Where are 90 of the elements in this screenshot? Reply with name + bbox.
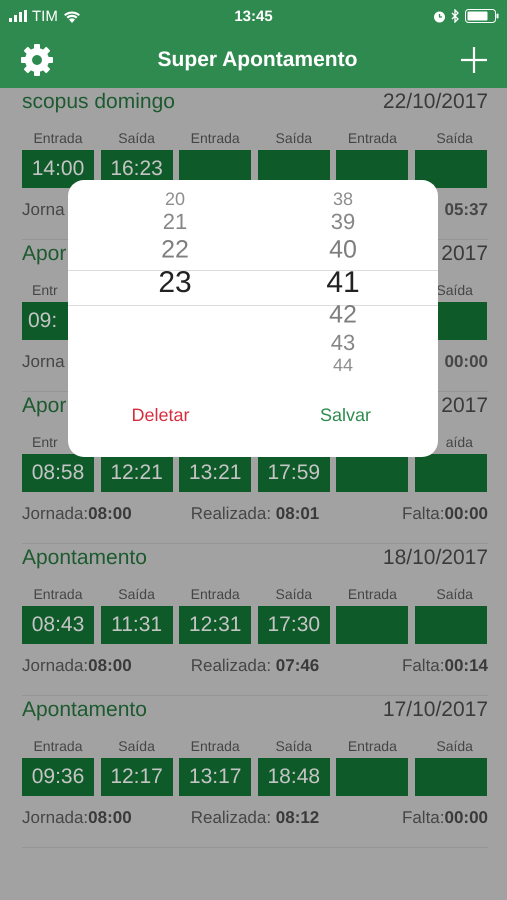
- column-label: Entrada: [33, 586, 83, 602]
- picker-value[interactable]: 42: [329, 302, 357, 328]
- settings-icon: [20, 43, 54, 77]
- picker-value[interactable]: 40: [329, 238, 357, 262]
- bluetooth-icon: [451, 9, 460, 23]
- summary-text: Realizada: 08:01: [190, 504, 320, 524]
- column-label: Entr: [32, 434, 58, 450]
- alarm-icon: [433, 10, 446, 22]
- column-label: Entrada: [190, 586, 240, 602]
- summary-text: Realizada: 07:46: [190, 656, 320, 676]
- column-label: Entrada: [348, 586, 397, 602]
- empty-time-field[interactable]: [414, 150, 487, 188]
- summary-text: Realizada: 08:12: [190, 808, 320, 828]
- empty-time-field[interactable]: [336, 606, 408, 644]
- picker-value[interactable]: 23: [158, 268, 192, 298]
- record-title: Apor: [22, 242, 66, 266]
- picker-value[interactable]: 41: [326, 268, 360, 298]
- empty-time-field[interactable]: [336, 454, 408, 492]
- summary-text: Jorna: [22, 352, 65, 372]
- record-date: 18/10/2017: [382, 546, 488, 570]
- empty-time-field[interactable]: [414, 454, 487, 492]
- summary-text: Falta:00:00: [402, 808, 488, 828]
- carrier-name: TIM: [32, 8, 58, 24]
- record-date: 2017: [441, 394, 488, 418]
- summary-text: Falta:00:14: [402, 656, 488, 676]
- time-field[interactable]: 08:43: [22, 606, 94, 644]
- record-title: scopus domingo: [22, 90, 175, 114]
- column-label: Entr: [32, 282, 58, 298]
- time-field[interactable]: 13:17: [179, 758, 252, 796]
- record-date: 2017: [441, 242, 488, 266]
- column-label: Entrada: [190, 738, 240, 754]
- battery-icon: [465, 9, 499, 23]
- column-label: Saída: [436, 282, 473, 298]
- empty-time-field[interactable]: [414, 606, 487, 644]
- picker-value[interactable]: 44: [332, 356, 354, 374]
- summary-text: 05:37: [444, 200, 488, 220]
- time-field[interactable]: 17:30: [258, 606, 330, 644]
- column-label: Saída: [275, 130, 312, 146]
- add-button[interactable]: [460, 47, 487, 73]
- column-label: Saída: [436, 738, 473, 754]
- picker-value[interactable]: 38: [332, 190, 354, 208]
- time-field[interactable]: 17:59: [258, 454, 330, 492]
- column-label: Saída: [275, 738, 312, 754]
- time-field[interactable]: 14:00: [22, 150, 94, 188]
- picker-value[interactable]: 43: [330, 332, 356, 354]
- settings-button[interactable]: [20, 43, 54, 77]
- clock-time: 13:45: [234, 8, 273, 24]
- column-label: Entrada: [190, 130, 240, 146]
- summary-text: Jornada:08:00: [22, 656, 132, 676]
- signal-icon: [9, 10, 27, 22]
- column-label: Saída: [118, 586, 155, 602]
- picker-value[interactable]: 39: [330, 211, 356, 233]
- summary-text: Falta:00:00: [402, 504, 488, 524]
- column-label: Entrada: [33, 738, 83, 754]
- time-field[interactable]: 08:58: [22, 454, 94, 492]
- picker-value[interactable]: 21: [162, 211, 188, 233]
- time-field[interactable]: 12:17: [100, 758, 173, 796]
- column-label: Entrada: [33, 130, 83, 146]
- record-title: Apor: [22, 394, 66, 418]
- dialog-button[interactable]: Deletar: [121, 397, 200, 434]
- summary-text: Jornada:08:00: [22, 808, 132, 828]
- picker-value[interactable]: 20: [164, 190, 186, 208]
- app-title: Super Apontamento: [158, 48, 358, 72]
- record-title: Apontamento: [22, 698, 147, 722]
- summary-text: 00:00: [444, 352, 488, 372]
- empty-time-field[interactable]: [414, 758, 487, 796]
- time-field[interactable]: 13:21: [179, 454, 252, 492]
- time-field[interactable]: 12:31: [179, 606, 252, 644]
- time-field[interactable]: 12:21: [100, 454, 173, 492]
- column-label: Entrada: [348, 738, 397, 754]
- column-label: Saída: [118, 130, 155, 146]
- column-label: aída: [446, 434, 473, 450]
- time-field[interactable]: 18:48: [258, 758, 330, 796]
- time-field[interactable]: 11:31: [100, 606, 173, 644]
- column-label: Saída: [275, 586, 312, 602]
- column-label: Saída: [118, 738, 155, 754]
- column-label: Saída: [436, 586, 473, 602]
- summary-text: Jornada:08:00: [22, 504, 132, 524]
- empty-time-field[interactable]: [336, 758, 408, 796]
- wifi-icon: [62, 10, 81, 22]
- plus-icon: [460, 47, 487, 73]
- column-label: Saída: [436, 130, 473, 146]
- time-field[interactable]: 09:36: [22, 758, 94, 796]
- dialog-button[interactable]: Salvar: [310, 397, 382, 434]
- picker-value[interactable]: 22: [161, 238, 189, 262]
- summary-text: Jorna: [22, 200, 65, 220]
- record-title: Apontamento: [22, 546, 147, 570]
- column-label: Entrada: [348, 130, 397, 146]
- record-date: 17/10/2017: [382, 698, 488, 722]
- record-date: 22/10/2017: [382, 90, 488, 114]
